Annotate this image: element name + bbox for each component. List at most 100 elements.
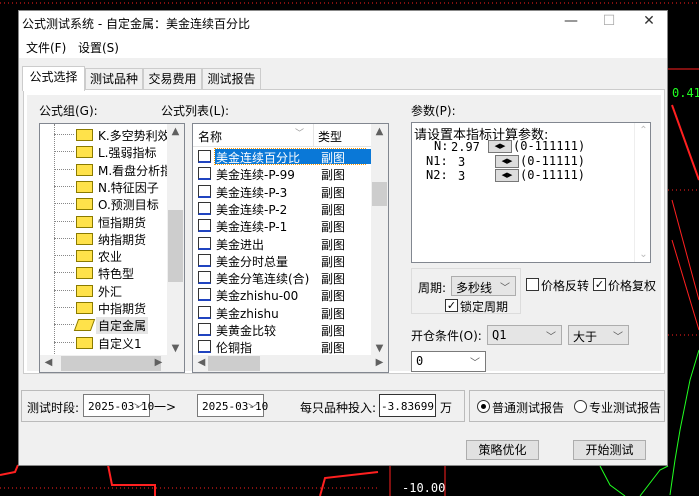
tree-item-label: N.特征因子 [98, 180, 159, 195]
folder-icon [76, 336, 93, 349]
title-bar: 公式测试系统 - 自定金属：美金连续百分比 — ☐ ✕ [19, 11, 667, 36]
formula-icon [198, 167, 211, 181]
pro-report-label: 专业测试报告 [589, 401, 662, 415]
menu-file[interactable]: 文件(F) [26, 39, 66, 56]
maximize-button[interactable]: ☐ [589, 13, 629, 33]
price-adjust-checkbox[interactable]: ✓ [593, 278, 606, 291]
folder-icon [76, 267, 93, 280]
field-value: Q1 [492, 328, 507, 342]
param-spin-arrows-icon[interactable]: ◀▶ [488, 140, 512, 153]
price-reverse-checkbox[interactable] [526, 278, 539, 291]
formula-icon [198, 236, 211, 250]
period-value: 多秒线 [456, 281, 493, 295]
param-spin-arrows-icon[interactable]: ◀▶ [495, 169, 519, 182]
normal-report-radio[interactable] [477, 400, 490, 413]
formula-icon [198, 184, 211, 198]
menu-settings[interactable]: 设置(S) [78, 39, 119, 56]
formula-group-tree[interactable]: K.多空势利效 L.强弱指标 M.看盘分析指 N.特征因子 O.预测目标 恒指期货 纳指期货… [39, 123, 185, 373]
formula-icon [198, 271, 211, 285]
tab-test-instruments[interactable]: 测试品种 [85, 68, 143, 90]
tree-item-label: 自定金属 [96, 317, 149, 335]
column-header-name[interactable]: 名称 [198, 128, 222, 145]
investment-value: -3.83699 [381, 400, 434, 413]
formula-name: 伦铜指 [216, 341, 253, 356]
tree-horizontal-scrollbar[interactable]: ◀ ▶ [40, 355, 184, 372]
strategy-optimize-button[interactable]: 策略优化 [466, 440, 539, 460]
formula-row[interactable]: 美金连续-P-2 副图 [193, 200, 373, 217]
param-input[interactable]: 3 [457, 169, 495, 183]
open-condition-label: 开仓条件(O): [411, 329, 482, 343]
sort-chevron-icon: ﹀ [295, 129, 305, 139]
params-label: 参数(P): [411, 104, 456, 118]
scroll-right-icon[interactable]: ▶ [150, 357, 167, 368]
formula-type: 副图 [316, 149, 373, 165]
formula-row[interactable]: 美金连续百分比 副图 [193, 148, 373, 165]
formula-type: 副图 [321, 306, 346, 321]
param-spin-arrows-icon[interactable]: ◀▶ [495, 154, 519, 168]
formula-type: 副图 [321, 202, 346, 217]
open-condition-operator-select[interactable]: 大于 ﹀ [568, 325, 629, 345]
tree-item-label: 自定义1 [98, 336, 142, 351]
formula-icon [198, 340, 211, 354]
formula-row[interactable]: 美黄金比较 副图 [193, 321, 373, 338]
formula-list[interactable]: 名称 ﹀ 类型 设 美金连续百分比副图美金连续-P-99副图美金连续-P-3副图… [192, 123, 389, 373]
investment-input[interactable]: -3.83699 [379, 394, 436, 417]
lock-period-checkbox[interactable]: ✓ [445, 299, 458, 312]
period-select[interactable]: 多秒线 ﹀ [451, 276, 516, 296]
open-condition-value-select[interactable]: 0 ﹀ [411, 351, 486, 372]
scroll-down-icon[interactable]: ▼ [167, 343, 184, 354]
param-input[interactable]: 3 [457, 154, 495, 169]
condition-value: 0 [416, 354, 424, 368]
scroll-up-icon[interactable]: ▲ [371, 126, 388, 137]
scroll-up-icon[interactable]: ⌃ [635, 125, 652, 136]
params-scrollbar[interactable]: ⌃ ⌄ [634, 123, 650, 262]
formula-type: 副图 [321, 289, 346, 304]
period-label: 周期: [418, 281, 447, 295]
formula-row[interactable]: 美金zhishu 副图 [193, 304, 373, 321]
tab-formula-select[interactable]: 公式选择 [22, 66, 85, 91]
start-date-picker[interactable]: 2025-03-10 ﹀ [83, 394, 154, 417]
scroll-up-icon[interactable]: ▲ [167, 126, 184, 137]
investment-label: 每只品种投入: [300, 401, 377, 415]
minimize-button[interactable]: — [551, 13, 591, 33]
formula-icon [198, 305, 211, 319]
formula-name: 美金连续-P-99 [216, 168, 295, 183]
formula-row[interactable]: 美金分时总量 副图 [193, 252, 373, 269]
chevron-down-icon: ﹀ [500, 283, 510, 294]
tree-vertical-scrollbar[interactable]: ▲ ▼ [167, 124, 184, 356]
formula-row[interactable]: 美金连续-P-3 副图 [193, 183, 373, 200]
formula-row[interactable]: 美金连续-P-99 副图 [193, 165, 373, 182]
scroll-down-icon[interactable]: ⌄ [635, 249, 652, 260]
folder-icon [76, 250, 93, 263]
chevron-down-icon: ﹀ [546, 332, 556, 343]
tree-item-label: M.看盘分析指 [98, 163, 173, 178]
operator-value: 大于 [573, 330, 598, 344]
formula-type: 副图 [321, 220, 346, 235]
scroll-left-icon[interactable]: ◀ [40, 357, 57, 368]
param-input[interactable]: 2.97 [450, 140, 488, 154]
formula-row[interactable]: 美金zhishu-00 副图 [193, 286, 373, 303]
scroll-right-icon[interactable]: ▶ [371, 357, 388, 368]
param-name: N2: [426, 168, 448, 182]
price-reverse-label: 价格反转 [541, 279, 590, 293]
start-test-button[interactable]: 开始测试 [573, 440, 646, 460]
open-condition-field-select[interactable]: Q1 ﹀ [487, 325, 562, 345]
formula-row[interactable]: 美金分笔连续(合) 副图 [193, 269, 373, 286]
formula-row[interactable]: 美金进出 副图 [193, 235, 373, 252]
normal-report-label: 普通测试报告 [492, 401, 565, 415]
list-horizontal-scrollbar[interactable]: ◀ ▶ [193, 355, 388, 372]
formula-name: 美金分笔连续(合) [216, 272, 310, 287]
param-range: (0-11111) [520, 153, 586, 168]
tab-trading-fees[interactable]: 交易费用 [143, 68, 202, 90]
end-date-picker[interactable]: 2025-03-10 ﹀ [197, 394, 268, 417]
formula-type: 副图 [321, 185, 346, 200]
list-vertical-scrollbar[interactable]: ▲ ▼ [371, 124, 388, 356]
pro-report-radio[interactable] [574, 400, 587, 413]
column-header-type[interactable]: 类型 [318, 128, 342, 145]
tab-test-report[interactable]: 测试报告 [202, 68, 261, 90]
formula-row[interactable]: 美金连续-P-1 副图 [193, 217, 373, 234]
formula-icon [198, 201, 211, 215]
close-button[interactable]: ✕ [629, 13, 669, 33]
scroll-down-icon[interactable]: ▼ [371, 343, 388, 354]
formula-row[interactable]: 伦铜指 副图 [193, 338, 373, 355]
